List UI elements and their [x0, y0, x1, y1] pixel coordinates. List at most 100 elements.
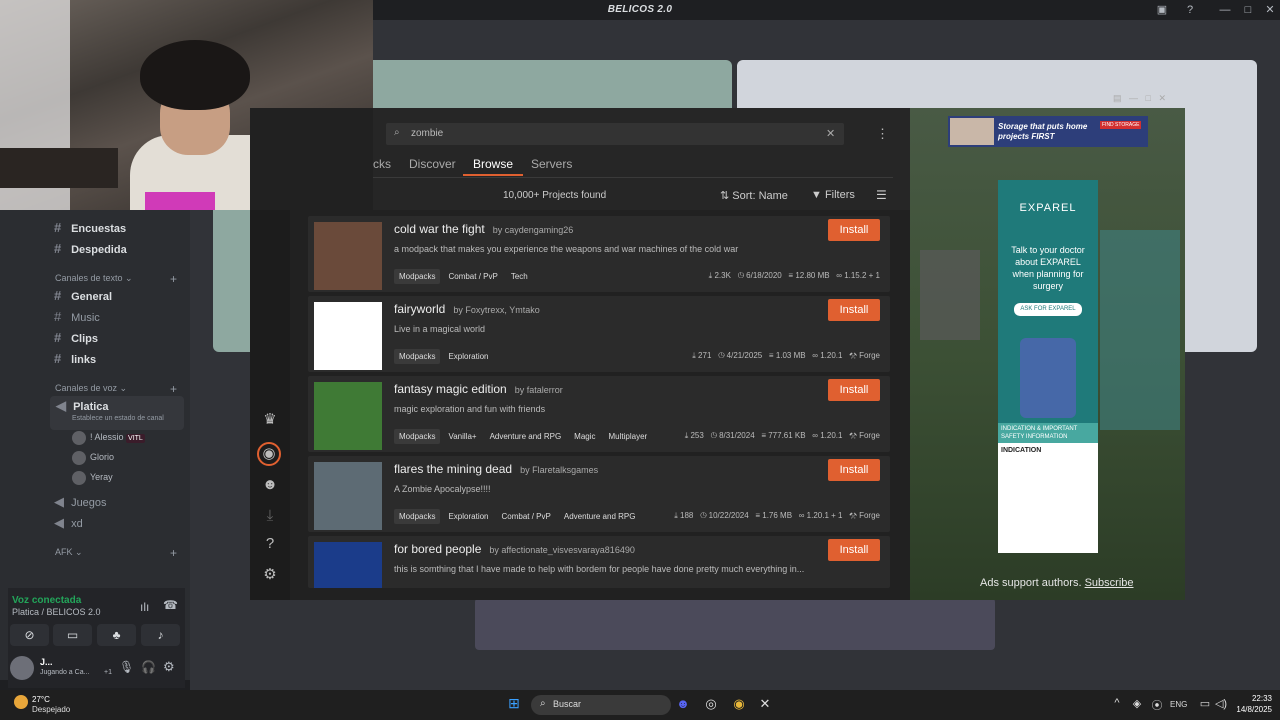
- list-view-icon[interactable]: ☰: [876, 188, 887, 202]
- stream-tile-bottom[interactable]: [475, 598, 995, 650]
- clear-search-icon[interactable]: ✕: [826, 127, 835, 140]
- project-author[interactable]: by Foxytrexx, Ymtako: [453, 305, 539, 315]
- help-icon[interactable]: ?: [257, 535, 283, 557]
- voice-connected-label[interactable]: Voz conectada: [12, 595, 81, 606]
- mic-icon[interactable]: 🎙: [119, 660, 134, 674]
- mic-icon[interactable]: ⦿: [1148, 697, 1166, 713]
- project-tag[interactable]: Adventure and RPG: [485, 429, 567, 444]
- project-tag[interactable]: Tech: [506, 269, 533, 284]
- taskbar-search[interactable]: ⌕ Buscar: [531, 695, 671, 715]
- project-tag[interactable]: Multiplayer: [604, 429, 653, 444]
- channel-encuestas[interactable]: # Encuestas: [54, 218, 184, 238]
- banner-ad[interactable]: Storage that puts home projects FIRST FI…: [948, 116, 1148, 147]
- project-author[interactable]: by fatalerror: [515, 385, 563, 395]
- install-button[interactable]: Install: [828, 379, 880, 401]
- noise-icon[interactable]: ılı: [140, 600, 149, 614]
- project-tag[interactable]: Magic: [569, 429, 600, 444]
- weather-icon[interactable]: [14, 695, 28, 709]
- close-button[interactable]: ✕: [1263, 3, 1277, 17]
- maximize-button[interactable]: □: [1241, 3, 1255, 17]
- channel-clips[interactable]: # Clips: [54, 328, 184, 348]
- disconnect-icon[interactable]: ☎: [163, 598, 178, 612]
- project-card[interactable]: fantasy magic edition by fatalerror magic …: [308, 376, 890, 452]
- project-title[interactable]: fairyworld by Foxytrexx, Ymtako: [394, 302, 540, 316]
- exparel-ad[interactable]: EXPAREL Talk to your doctor about EXPARE…: [998, 180, 1098, 553]
- start-icon[interactable]: ⊞: [505, 695, 523, 711]
- category-voice[interactable]: Canales de voz ⌄ +: [55, 382, 185, 396]
- chrome-app-icon[interactable]: ◉: [730, 696, 748, 712]
- profile-icon[interactable]: ◉: [257, 442, 281, 466]
- project-title[interactable]: for bored people by affectionate_visvesva…: [394, 542, 635, 556]
- more-menu-icon[interactable]: ⋮: [876, 126, 889, 142]
- discord-icon[interactable]: ☻: [257, 476, 283, 498]
- voice-user[interactable]: Yeray: [72, 469, 113, 485]
- voice-channel-platica[interactable]: ◀ Platica: [56, 396, 186, 416]
- language-indicator[interactable]: ENG: [1170, 700, 1187, 709]
- channel-links[interactable]: # links: [54, 349, 184, 369]
- activity-button[interactable]: ♣: [97, 624, 136, 646]
- tab-servers[interactable]: Servers: [531, 157, 572, 171]
- channel-status[interactable]: Establece un estado de canal: [72, 415, 164, 422]
- channel-music[interactable]: # Music: [54, 307, 184, 327]
- camera-off-button[interactable]: ⊘: [10, 624, 49, 646]
- install-button[interactable]: Install: [828, 219, 880, 241]
- project-author[interactable]: by caydengaming26: [493, 225, 574, 235]
- install-button[interactable]: Install: [828, 459, 880, 481]
- crown-icon[interactable]: ♛: [257, 410, 283, 432]
- ad-cta-button[interactable]: ASK FOR EXPAREL: [1014, 303, 1082, 316]
- add-channel-icon[interactable]: +: [170, 382, 177, 396]
- project-card[interactable]: flares the mining dead by Flaretalksgames…: [308, 456, 890, 532]
- browser-app-icon[interactable]: ◎: [702, 696, 720, 712]
- project-title[interactable]: cold war the fight by caydengaming26: [394, 222, 573, 236]
- tab-browse[interactable]: Browse: [473, 157, 513, 171]
- voice-channel-juegos[interactable]: ◀ Juegos: [54, 492, 184, 512]
- download-icon[interactable]: ⤓: [257, 507, 283, 529]
- project-tag[interactable]: Exploration: [443, 349, 493, 364]
- weather-temp[interactable]: 27°C: [32, 695, 50, 704]
- project-thumbnail[interactable]: [314, 222, 382, 290]
- banner-ad-button[interactable]: FIND STORAGE: [1100, 121, 1142, 129]
- project-tag[interactable]: Combat / PvP: [443, 269, 502, 284]
- project-title[interactable]: flares the mining dead by Flaretalksgames: [394, 462, 598, 476]
- avatar[interactable]: [10, 656, 34, 680]
- add-channel-icon[interactable]: +: [170, 272, 177, 286]
- add-channel-icon[interactable]: +: [170, 546, 177, 560]
- project-tag[interactable]: Adventure and RPG: [559, 509, 641, 524]
- voice-channel-xd[interactable]: ◀ xd: [54, 513, 184, 533]
- subscribe-link[interactable]: Subscribe: [1085, 577, 1134, 589]
- project-tag[interactable]: Exploration: [443, 509, 493, 524]
- tray-icon[interactable]: ◈: [1128, 697, 1146, 713]
- launcher-app-icon[interactable]: ✕: [756, 696, 774, 712]
- voice-channel-link[interactable]: Platica / BELICOS 2.0: [12, 607, 101, 617]
- project-tag[interactable]: Modpacks: [394, 429, 441, 444]
- project-tag[interactable]: Modpacks: [394, 269, 441, 284]
- project-tag[interactable]: Modpacks: [394, 509, 441, 524]
- settings-icon[interactable]: ⚙: [163, 659, 175, 675]
- tab-discover[interactable]: Discover: [409, 157, 456, 171]
- username[interactable]: J...: [40, 657, 53, 667]
- project-card[interactable]: for bored people by affectionate_visvesva…: [308, 536, 890, 588]
- headphones-icon[interactable]: 🎧: [141, 660, 156, 674]
- project-thumbnail[interactable]: [314, 382, 382, 450]
- tab-modpacks[interactable]: cks: [373, 157, 391, 171]
- install-button[interactable]: Install: [828, 299, 880, 321]
- project-tag[interactable]: Modpacks: [394, 349, 441, 364]
- discord-app-icon[interactable]: ☻: [674, 696, 692, 712]
- project-author[interactable]: by affectionate_visvesvaraya816490: [489, 545, 634, 555]
- inbox-icon[interactable]: ▣: [1155, 3, 1169, 17]
- voice-user[interactable]: ! Alessio VITL: [72, 429, 145, 445]
- launcher-window-controls[interactable]: ▤ — □ ✕: [1113, 93, 1166, 104]
- project-thumbnail[interactable]: [314, 302, 382, 370]
- project-card[interactable]: cold war the fight by caydengaming26 a mod…: [308, 216, 890, 292]
- settings-icon[interactable]: ⚙: [257, 565, 283, 587]
- project-tag[interactable]: Combat / PvP: [497, 509, 556, 524]
- category-text[interactable]: Canales de texto ⌄ +: [55, 272, 185, 286]
- channel-despedida[interactable]: # Despedida: [54, 239, 184, 259]
- project-title[interactable]: fantasy magic edition by fatalerror: [394, 382, 563, 396]
- project-card[interactable]: fairyworld by Foxytrexx, Ymtako Live in a …: [308, 296, 890, 372]
- minimize-button[interactable]: —: [1218, 3, 1232, 17]
- channel-general[interactable]: # General: [54, 286, 184, 306]
- chevron-up-icon[interactable]: ^: [1108, 697, 1126, 713]
- project-tag[interactable]: Vanilla+: [443, 429, 481, 444]
- search-bar[interactable]: ⌕ zombie ✕: [386, 123, 844, 145]
